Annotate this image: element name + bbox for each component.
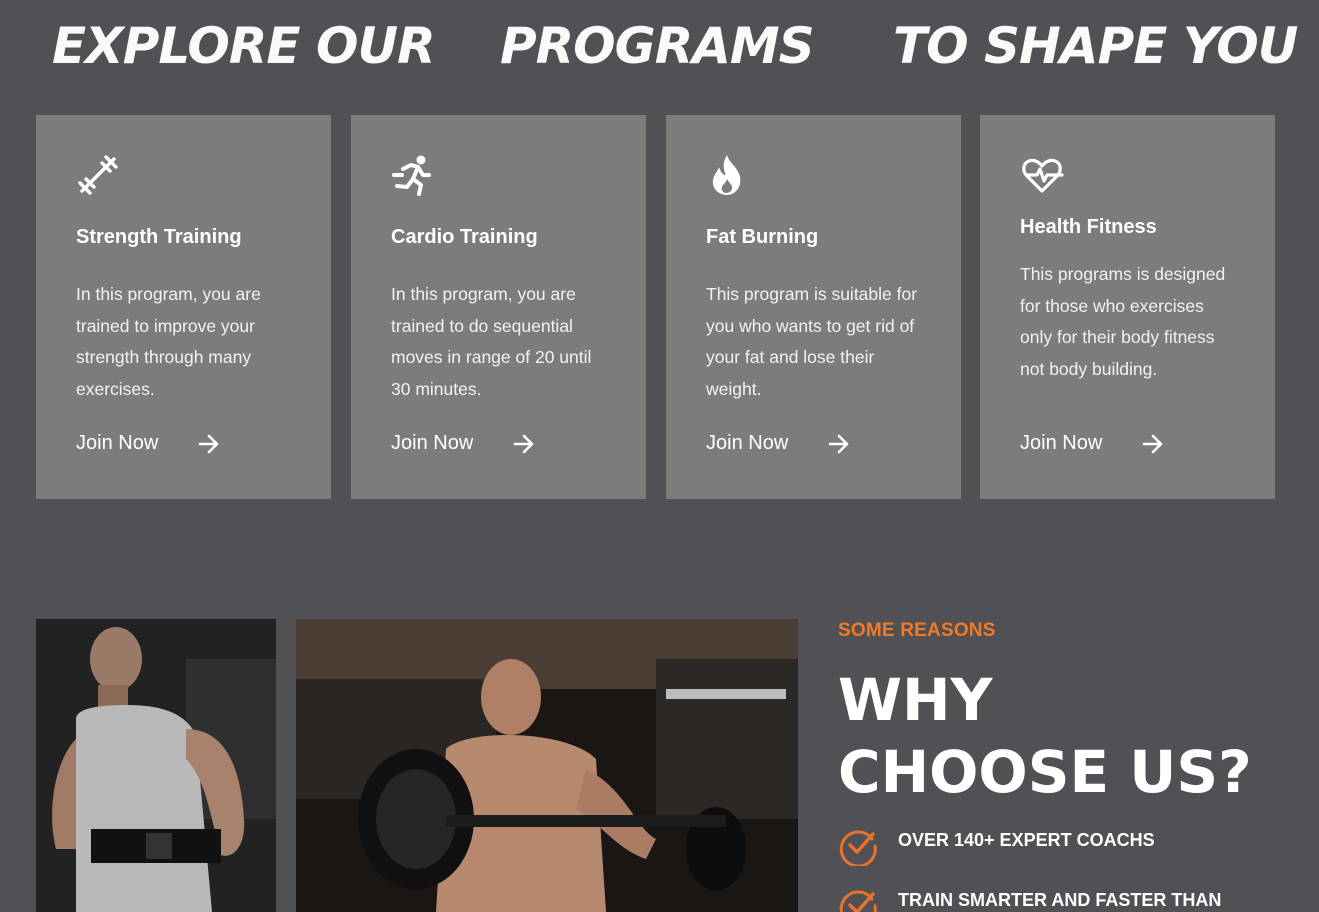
join-now-link[interactable]: Join Now [706, 432, 850, 455]
arrow-right-icon [828, 434, 849, 453]
join-now-link[interactable]: Join Now [76, 432, 220, 455]
join-now-link[interactable]: Join Now [391, 432, 535, 455]
dumbbell-icon [78, 155, 118, 195]
card-description: In this program, you are trained to do s… [391, 284, 592, 399]
program-cards: Strength Training In this program, you a… [36, 115, 1275, 499]
headline-word-2: PROGRAMS [500, 17, 815, 75]
card-title: Cardio Training [391, 226, 538, 248]
card-description: In this program, you are trained to impr… [76, 284, 261, 399]
headline-word-1: EXPLORE OUR [52, 17, 436, 75]
reason-item: TRAIN SMARTER AND FASTER THAN [838, 886, 1228, 912]
check-circle-icon [839, 830, 877, 866]
card-title: Strength Training [76, 226, 242, 248]
program-card-cardio: Cardio Training In this program, you are… [351, 115, 646, 499]
join-now-label: Join Now [391, 432, 474, 454]
heart-pulse-icon [1022, 158, 1064, 193]
card-description: This programs is designed for those who … [1020, 264, 1226, 379]
join-now-label: Join Now [76, 432, 159, 454]
program-card-health: Health Fitness This programs is designed… [980, 115, 1275, 499]
join-now-label: Join Now [1020, 432, 1103, 454]
running-icon [392, 155, 431, 196]
reason-text: TRAIN SMARTER AND FASTER THAN [898, 890, 1222, 910]
arrow-right-icon [513, 434, 534, 453]
arrow-right-icon [198, 434, 219, 453]
check-circle-icon [839, 890, 877, 912]
why-choose-us-title: WHY CHOOSE US? [838, 666, 1252, 806]
workout-photo [296, 619, 798, 912]
athlete-photo [36, 619, 276, 912]
arrow-right-icon [1142, 434, 1163, 453]
flame-icon [712, 155, 741, 195]
program-card-fat-burning: Fat Burning This program is suitable for… [666, 115, 961, 499]
card-description: This program is suitable for you who wan… [706, 284, 918, 399]
reason-item: OVER 140+ EXPERT COACHS [838, 826, 1228, 866]
join-now-link[interactable]: Join Now [1020, 432, 1164, 455]
program-card-strength: Strength Training In this program, you a… [36, 115, 331, 499]
card-title: Health Fitness [1020, 216, 1157, 238]
programs-headline: EXPLORE OUR PROGRAMS TO SHAPE YOU [0, 14, 1319, 84]
join-now-label: Join Now [706, 432, 789, 454]
headline-word-3: TO SHAPE YOU [893, 17, 1298, 75]
reason-text: OVER 140+ EXPERT COACHS [898, 830, 1155, 850]
card-title: Fat Burning [706, 226, 819, 248]
section-eyebrow: SOME REASONS [838, 620, 996, 641]
